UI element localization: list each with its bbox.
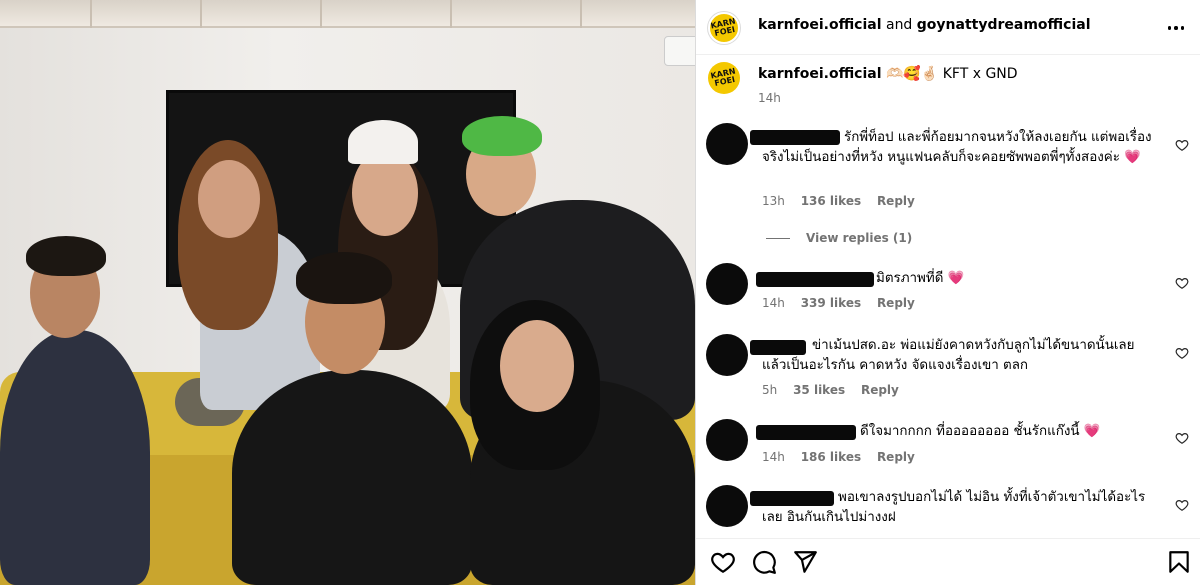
heart-icon[interactable] — [710, 549, 736, 575]
comment-likes[interactable]: 339 likes — [801, 296, 861, 310]
commenter-avatar[interactable] — [706, 263, 748, 305]
caption-avatar[interactable]: KARN FOEI — [708, 62, 740, 94]
comment-icon[interactable] — [751, 549, 777, 575]
comment-text: รักพี่ท็อป และพี่ก้อยมากจนหวังให้ลงเอยกั… — [762, 130, 1152, 165]
comment-meta: 14h 186 likes Reply — [762, 450, 927, 464]
photo-hair — [26, 236, 106, 276]
comment-likes[interactable]: 186 likes — [801, 450, 861, 464]
comment-text: ข่าเม้นปสด.อะ พ่อแม่ยังคาดหวังกับลูกไม่ไ… — [762, 338, 1135, 373]
comment-likes[interactable]: 35 likes — [793, 383, 845, 397]
author-joiner: and — [885, 17, 913, 33]
comment-time: 13h — [762, 194, 785, 208]
caption-author[interactable]: karnfoei.official — [758, 66, 882, 82]
comment-meta: 5h 35 likes Reply — [762, 383, 911, 397]
redacted-username — [756, 425, 856, 440]
commenter-avatar[interactable] — [706, 334, 748, 376]
photo-hair — [462, 116, 542, 156]
post-header: KARN FOEI karnfoei.official and goynatty… — [696, 0, 1200, 55]
comment-item: พอเขาลงรูปบอกไม่ได้ ไม่อิน ทั้งที่เจ้าตั… — [696, 482, 1200, 538]
reply-button[interactable]: Reply — [877, 194, 915, 208]
comment-text: ดีใจมากกกก ที่ออออออออ ชั้นรักแก๊งนี้ 💗 — [860, 424, 1101, 439]
comment-likes[interactable]: 136 likes — [801, 194, 861, 208]
reply-button[interactable]: Reply — [861, 383, 899, 397]
post-photo[interactable] — [0, 0, 695, 585]
redacted-username — [756, 272, 874, 287]
comment-text: มิตรภาพที่ดี 💗 — [876, 271, 965, 286]
comment-item: รักพี่ท็อป และพี่ก้อยมากจนหวังให้ลงเอยกั… — [696, 118, 1200, 228]
commenter-avatar[interactable] — [706, 485, 748, 527]
photo-person — [0, 330, 150, 585]
post-action-bar — [696, 538, 1200, 585]
comment-time: 5h — [762, 383, 778, 397]
comment-time: 14h — [762, 450, 785, 464]
reply-button[interactable]: Reply — [877, 296, 915, 310]
caption-text: 🫶🏻🥰🤞🏻 KFT x GND — [885, 66, 1018, 82]
photo-head — [198, 160, 260, 238]
author-username[interactable]: karnfoei.official — [758, 17, 882, 33]
coauthor-username[interactable]: goynattydreamofficial — [917, 17, 1091, 33]
comment-item: ข่าเม้นปสด.อะ พ่อแม่ยังคาดหวังกับลูกไม่ไ… — [696, 330, 1200, 410]
comment-item: ดีใจมากกกก ที่ออออออออ ชั้นรักแก๊งนี้ 💗 … — [696, 415, 1200, 475]
photo-person — [232, 370, 472, 585]
author-avatar[interactable]: KARN FOEI — [708, 12, 740, 44]
reply-button[interactable]: Reply — [877, 450, 915, 464]
caption-time: 14h — [758, 91, 781, 105]
post-author-line: karnfoei.official and goynattydreamoffic… — [758, 17, 1091, 33]
comment-meta: 13h 136 likes Reply — [762, 194, 927, 208]
bookmark-icon[interactable] — [1166, 549, 1192, 575]
commenter-avatar[interactable] — [706, 419, 748, 461]
view-replies-button[interactable]: View replies (1) — [766, 231, 912, 245]
photo-ceiling — [0, 0, 695, 28]
photo-cap — [348, 120, 418, 164]
commenter-avatar[interactable] — [706, 123, 748, 165]
comment-time: 14h — [762, 296, 785, 310]
comment-text: พอเขาลงรูปบอกไม่ได้ ไม่อิน ทั้งที่เจ้าตั… — [762, 490, 1146, 525]
avatar-logo: KARN FOEI — [709, 66, 737, 88]
post-side-panel: KARN FOEI karnfoei.official and goynatty… — [695, 0, 1200, 585]
comment-heart-icon[interactable] — [1175, 498, 1189, 512]
view-replies-line — [766, 237, 790, 239]
photo-head — [500, 320, 574, 412]
comment-meta: 14h 339 likes Reply — [762, 296, 927, 310]
comment-heart-icon[interactable] — [1175, 138, 1189, 152]
share-icon[interactable] — [792, 549, 818, 575]
photo-hair — [296, 252, 392, 304]
view-replies-label: View replies (1) — [806, 231, 913, 245]
comment-item: มิตรภาพที่ดี 💗 14h 339 likes Reply — [696, 258, 1200, 318]
comment-heart-icon[interactable] — [1175, 346, 1189, 360]
caption-text-line: karnfoei.official 🫶🏻🥰🤞🏻 KFT x GND — [758, 66, 1018, 82]
more-icon[interactable] — [1166, 18, 1186, 38]
post-caption: KARN FOEI karnfoei.official 🫶🏻🥰🤞🏻 KFT x … — [696, 56, 1200, 116]
comment-heart-icon[interactable] — [1175, 276, 1189, 290]
avatar-logo: KARN FOEI — [709, 16, 737, 38]
comment-heart-icon[interactable] — [1175, 431, 1189, 445]
photo-air-conditioner — [664, 36, 695, 66]
